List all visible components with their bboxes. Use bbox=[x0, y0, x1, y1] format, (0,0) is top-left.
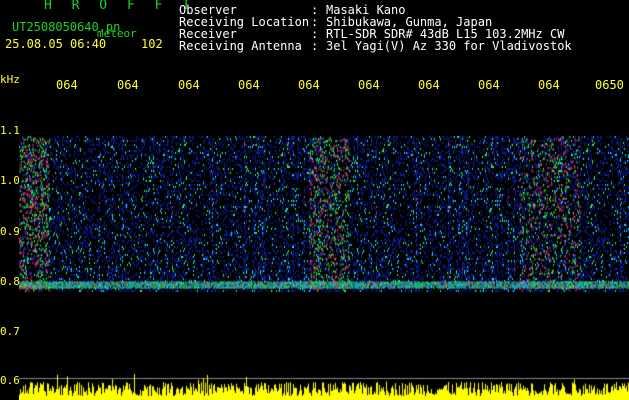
x-tick-label: 064 bbox=[478, 78, 500, 92]
hrofft-screen: H R O F F T UT2508050640.pn meteor 25.08… bbox=[0, 0, 629, 400]
antenna-label: Receiving Antenna bbox=[179, 39, 302, 53]
y-tick-label: 0.6 bbox=[0, 374, 20, 387]
x-tick-label: 064 bbox=[56, 78, 78, 92]
y-tick-label: 0.9 bbox=[0, 225, 20, 238]
x-tick-label: 064 bbox=[418, 78, 440, 92]
spectrogram-canvas bbox=[19, 92, 629, 400]
y-tick-label: 1.0 bbox=[0, 174, 20, 187]
count-label: 102 bbox=[141, 37, 163, 51]
y-axis-unit-label: kHz bbox=[0, 73, 20, 86]
x-tick-label: 064 bbox=[358, 78, 380, 92]
datetime-label: 25.08.05 06:40 bbox=[5, 37, 107, 51]
y-tick-label: 0.8 bbox=[0, 275, 20, 288]
app-title: H R O F F T bbox=[44, 0, 197, 13]
antenna-value: 3el Yagi(V) Az 330 for Vladivostok bbox=[326, 39, 572, 53]
y-tick-label: 1.1 bbox=[0, 124, 20, 137]
antenna-sep: : bbox=[311, 39, 319, 53]
x-tick-label: 064 bbox=[298, 78, 320, 92]
y-tick-label: 0.7 bbox=[0, 325, 20, 338]
x-tick-label: 064 bbox=[178, 78, 200, 92]
x-tick-label: 064 bbox=[538, 78, 560, 92]
x-tick-label: 064 bbox=[238, 78, 260, 92]
x-tick-label: 0650 bbox=[595, 78, 624, 92]
x-tick-label: 064 bbox=[117, 78, 139, 92]
